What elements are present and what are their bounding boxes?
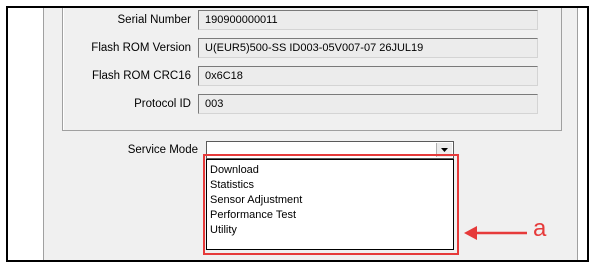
flash-rom-version-row: Flash ROM Version U(EUR5)500-SS ID003-05… [63, 38, 563, 58]
service-mode-label: Service Mode [127, 144, 198, 156]
option-performance-test[interactable]: Performance Test [210, 209, 296, 222]
service-dialog: Serial Number 190900000011 Flash ROM Ver… [43, 8, 578, 260]
callout-letter: a [533, 215, 547, 242]
service-mode-select[interactable] [206, 141, 454, 159]
protocol-id-field: 003 [198, 94, 538, 114]
option-statistics[interactable]: Statistics [210, 179, 254, 192]
protocol-id-label: Protocol ID [134, 98, 191, 110]
serial-number-field: 190900000011 [198, 10, 538, 30]
flash-rom-crc16-label: Flash ROM CRC16 [91, 70, 191, 82]
flash-rom-crc16-row: Flash ROM CRC16 0x6C18 [63, 66, 563, 86]
flash-rom-crc16-field: 0x6C18 [198, 66, 538, 86]
device-info-group: Serial Number 190900000011 Flash ROM Ver… [62, 8, 563, 131]
option-download[interactable]: Download [210, 164, 259, 177]
service-mode-dropdown-list: Download Statistics Sensor Adjustment Pe… [206, 159, 454, 250]
serial-number-label: Serial Number [117, 14, 192, 26]
callout-arrow-icon [464, 226, 527, 240]
screenshot-frame: Serial Number 190900000011 Flash ROM Ver… [6, 6, 589, 262]
dropdown-arrow-button[interactable] [436, 143, 452, 157]
flash-rom-version-field: U(EUR5)500-SS ID003-05V007-07 26JUL19 [198, 38, 538, 58]
chevron-down-icon [441, 148, 448, 152]
protocol-id-row: Protocol ID 003 [63, 94, 563, 114]
serial-number-row: Serial Number 190900000011 [63, 10, 563, 30]
option-sensor-adjustment[interactable]: Sensor Adjustment [210, 194, 302, 207]
option-utility[interactable]: Utility [210, 224, 237, 237]
flash-rom-version-label: Flash ROM Version [91, 42, 191, 54]
